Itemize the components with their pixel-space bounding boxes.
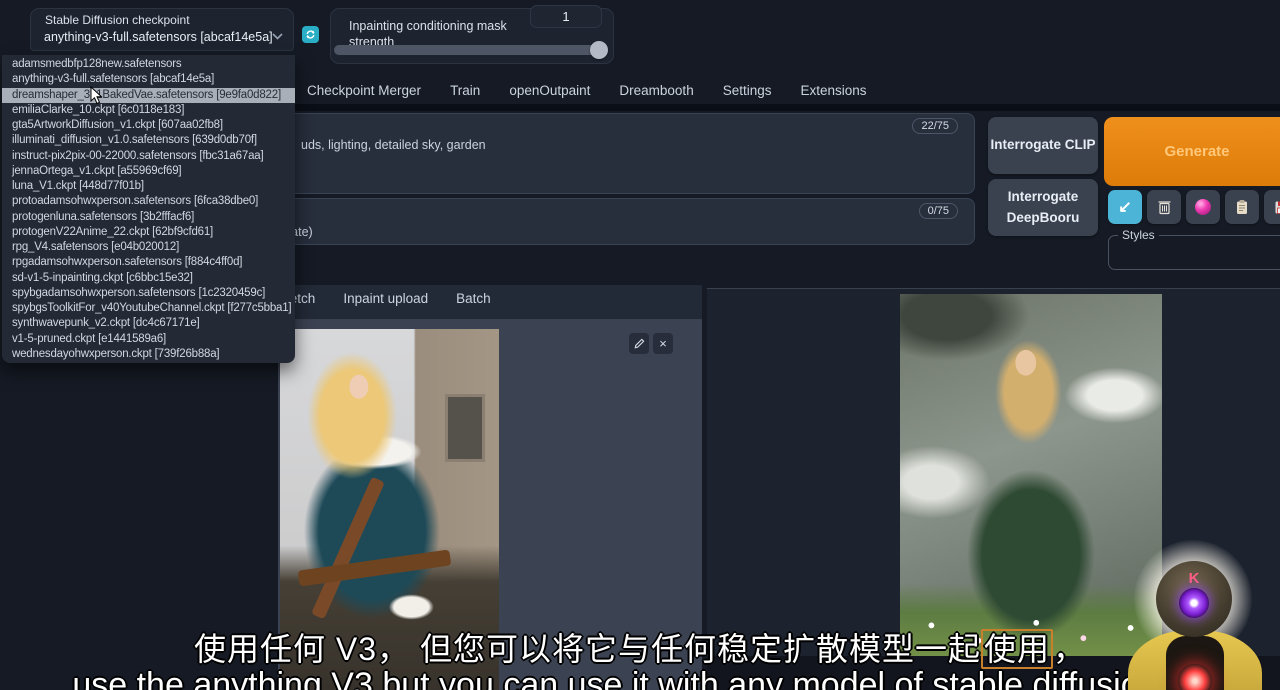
avatar-eye	[1179, 588, 1209, 618]
mask-strength-slider[interactable]	[334, 45, 608, 55]
tab-extensions[interactable]: Extensions	[800, 83, 866, 98]
styles-label: Styles	[1118, 228, 1159, 242]
mask-strength-number-input[interactable]: 1	[530, 5, 602, 28]
building-window	[445, 394, 485, 462]
remove-image-button[interactable]: ×	[653, 333, 673, 354]
checkpoint-option[interactable]: adamsmedbfp128new.safetensors	[2, 57, 295, 72]
subtitle-english: use the anything V3 but you can use it w…	[0, 666, 1280, 690]
tab-openoutpaint[interactable]: openOutpaint	[509, 83, 590, 98]
prompt-text: uds, lighting, detailed sky, garden	[301, 138, 486, 152]
close-icon: ×	[659, 336, 667, 351]
edit-image-button[interactable]	[629, 333, 649, 354]
checkpoint-option[interactable]: sd-v1-5-inpainting.ckpt [c6bbc15e32]	[2, 271, 295, 286]
checkpoint-option[interactable]: v1-5-pruned.ckpt [e1441589a6]	[2, 332, 295, 347]
negative-token-counter: 0/75	[919, 203, 958, 219]
tab-checkpoint-merger[interactable]: Checkpoint Merger	[307, 83, 421, 98]
checkpoint-label: Stable Diffusion checkpoint	[45, 13, 190, 27]
pencil-icon	[634, 338, 645, 349]
avatar-letter: K	[1156, 570, 1232, 587]
extra-networks-icon	[1195, 199, 1211, 215]
stable-diffusion-webui: Stable Diffusion checkpoint anything-v3-…	[0, 0, 1280, 690]
generate-button[interactable]: Generate	[1104, 117, 1280, 186]
tab-dreambooth[interactable]: Dreambooth	[619, 83, 693, 98]
main-tab-bar: Checkpoint Merger Train openOutpaint Dre…	[307, 83, 867, 98]
checkpoint-option[interactable]: wednesdayohwxperson.ckpt [739f26b88a]	[2, 347, 295, 362]
tab-inpaint-upload[interactable]: Inpaint upload	[343, 291, 428, 306]
checkpoint-option[interactable]: instruct-pix2pix-00-22000.safetensors [f…	[2, 149, 295, 164]
chevron-down-icon	[272, 33, 283, 40]
negative-prompt-textarea[interactable]: 0/75 rate)	[283, 198, 975, 245]
checkpoint-option-selected[interactable]: dreamshaper_331BakedVae.safetensors [9e9…	[2, 88, 295, 103]
avatar-red-orb	[1178, 664, 1212, 690]
subtitle-chinese: 使用任何 V3， 但您可以将它与任何稳定扩散模型一起使用，	[0, 624, 1280, 670]
paste-params-button[interactable]: ↙	[1108, 190, 1142, 224]
checkpoint-option[interactable]: illuminati_diffusion_v1.0.safetensors [6…	[2, 133, 295, 148]
clear-prompt-button[interactable]	[1147, 190, 1181, 224]
checkpoint-option[interactable]: spybgsToolkitFor_v40YoutubeChannel.ckpt …	[2, 301, 295, 316]
avatar-head: K	[1156, 561, 1232, 637]
refresh-checkpoints-button[interactable]	[302, 26, 319, 43]
clipboard-icon	[1235, 199, 1249, 215]
slider-handle[interactable]	[590, 41, 608, 59]
interrogate-clip-button[interactable]: Interrogate CLIP	[988, 117, 1098, 174]
checkpoint-option[interactable]: protogenV22Anime_22.ckpt [62bf9cfd61]	[2, 225, 295, 240]
checkpoint-option[interactable]: luna_V1.ckpt [448d77f01b]	[2, 179, 295, 194]
tab-train[interactable]: Train	[450, 83, 480, 98]
prompt-textarea[interactable]: 22/75 uds, lighting, detailed sky, garde…	[283, 113, 975, 194]
streamer-avatar: K	[1128, 532, 1280, 690]
leather-strap	[311, 477, 385, 620]
checkpoint-option[interactable]: protoadamsohwxperson.safetensors [6fca38…	[2, 194, 295, 209]
save-style-button[interactable]	[1264, 190, 1280, 224]
subtitle-zh-highlight: 使用	[981, 629, 1053, 669]
checkpoint-value[interactable]: anything-v3-full.safetensors [abcaf14e5a…	[44, 30, 273, 44]
tab-batch[interactable]: Batch	[456, 291, 491, 306]
checkpoint-option[interactable]: synthwavepunk_v2.ckpt [dc4c67171e]	[2, 316, 295, 331]
paste-arrow-icon: ↙	[1118, 197, 1131, 217]
checkpoint-option[interactable]: spybgadamsohwxperson.safetensors [1c2320…	[2, 286, 295, 301]
styles-select[interactable]: Styles	[1108, 228, 1280, 270]
checkpoint-option[interactable]: rpg_V4.safetensors [e04b020012]	[2, 240, 295, 255]
checkpoint-option[interactable]: emiliaClarke_10.ckpt [6c0118e183]	[2, 103, 295, 118]
checkpoint-option[interactable]: anything-v3-full.safetensors [abcaf14e5a…	[2, 72, 295, 87]
subtitle-zh-pre: 使用任何 V3， 但您可以将它与任何稳定扩散模型一起	[194, 631, 981, 667]
refresh-icon	[305, 29, 316, 40]
floppy-disk-icon	[1274, 200, 1280, 215]
mouse-cursor-icon	[90, 86, 103, 105]
subtitle-zh-post: ，	[1053, 631, 1086, 667]
trash-icon	[1157, 199, 1172, 215]
apply-styles-button[interactable]	[1225, 190, 1259, 224]
interrogate-deepbooru-button[interactable]: Interrogate DeepBooru	[988, 179, 1098, 236]
tab-bar-divider	[278, 104, 1280, 111]
checkpoint-option[interactable]: protogenluna.safetensors [3b2fffacf6]	[2, 210, 295, 225]
checkpoint-option[interactable]: jennaOrtega_v1.ckpt [a55969cf69]	[2, 164, 295, 179]
prompt-token-counter: 22/75	[912, 118, 958, 134]
leather-belt	[297, 549, 451, 586]
extra-networks-button[interactable]	[1186, 190, 1220, 224]
checkpoint-dropdown-list: adamsmedbfp128new.safetensors anything-v…	[2, 55, 295, 363]
checkpoint-dropdown-control[interactable]: Stable Diffusion checkpoint anything-v3-…	[30, 8, 294, 51]
checkpoint-option[interactable]: rpgadamsohwxperson.safetensors [f884c4ff…	[2, 255, 295, 270]
tab-settings[interactable]: Settings	[723, 83, 772, 98]
result-image[interactable]	[900, 294, 1162, 656]
checkpoint-option[interactable]: gta5ArtworkDiffusion_v1.ckpt [607aa02fb8…	[2, 118, 295, 133]
